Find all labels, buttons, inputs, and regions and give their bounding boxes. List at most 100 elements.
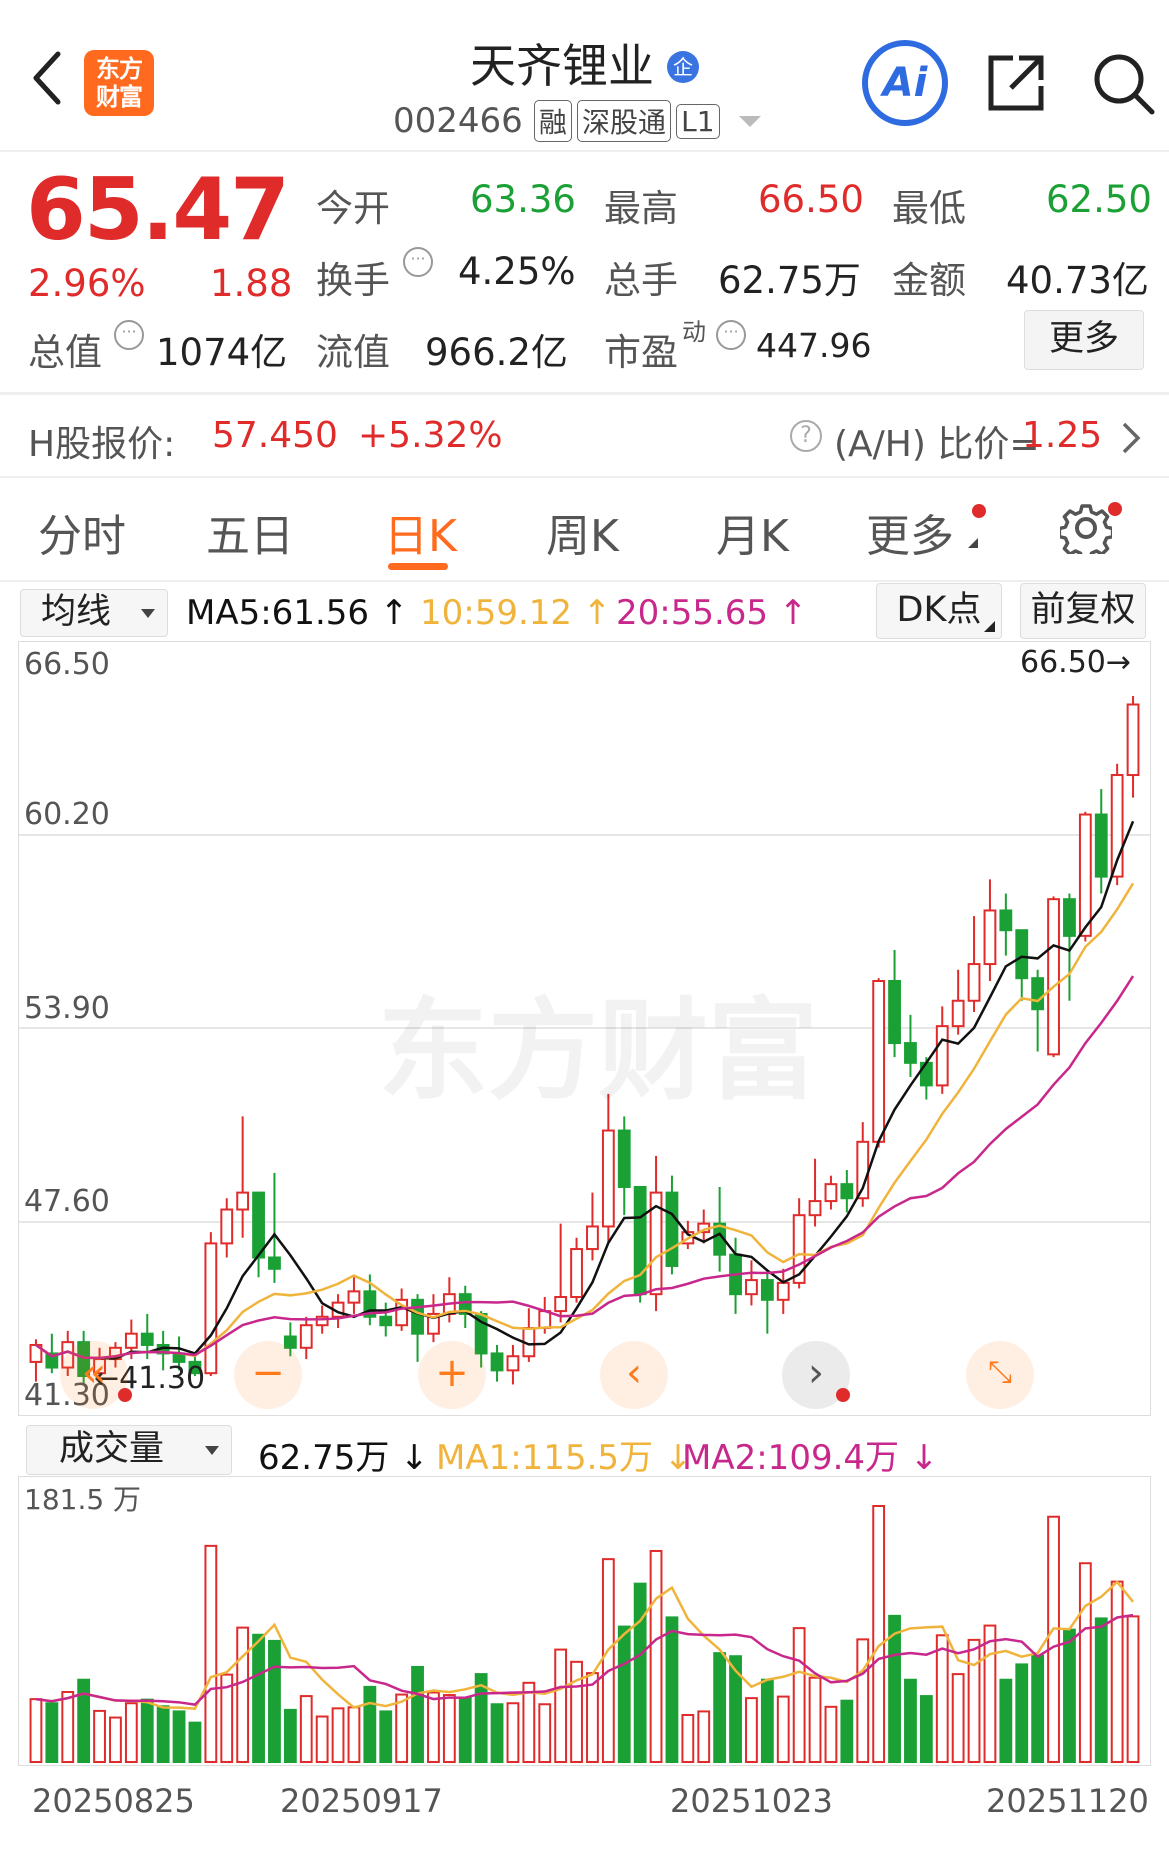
volume-bar-up: [745, 1697, 758, 1764]
volume-y-label: 181.5 万: [24, 1483, 142, 1516]
candle-down: [840, 1183, 854, 1200]
tab-five-day[interactable]: 五日: [206, 500, 294, 564]
tab-daily-k[interactable]: 日K: [384, 500, 457, 564]
candle-down: [252, 1191, 265, 1259]
volume-bar-down: [188, 1721, 202, 1764]
change-pct: 2.96%: [28, 262, 146, 305]
ah-ratio-value: 1.25: [1022, 415, 1103, 456]
volume-bar-down: [363, 1685, 377, 1763]
share-icon[interactable]: [985, 52, 1047, 114]
indicator-select[interactable]: 均线: [20, 589, 168, 637]
info-icon[interactable]: ···: [114, 320, 144, 350]
tag-level: L1: [676, 103, 720, 139]
kline-chart[interactable]: 东方财富 66.50 60.20 53.90 47.60 41.30 66.50…: [18, 641, 1151, 1416]
pe-value: 447.96: [756, 326, 872, 365]
candle-up: [586, 1225, 599, 1251]
corner-triangle-icon: [968, 538, 978, 548]
vol-ma1-value: MA1:115.5万 ↓: [436, 1430, 692, 1479]
x-label: 20251120: [986, 1782, 1149, 1820]
candle-up: [808, 1200, 822, 1217]
dropdown-icon[interactable]: [738, 115, 761, 127]
volume-bar-up: [236, 1626, 250, 1763]
volume-bar-up: [554, 1648, 568, 1763]
notification-dot: [972, 504, 986, 518]
turnover-label: 换手: [316, 259, 390, 302]
volume-bar-up: [506, 1702, 520, 1763]
candle-up: [1078, 813, 1092, 937]
candle-down: [1094, 813, 1108, 878]
more-button[interactable]: 更多: [1024, 310, 1144, 370]
candle-up: [124, 1332, 138, 1349]
tab-monthly-k[interactable]: 月K: [716, 500, 789, 564]
floatcap-label: 流值: [316, 331, 390, 374]
dropdown-icon: [205, 1446, 219, 1455]
stock-name: 天齐锂业: [469, 39, 654, 93]
low-label: 最低: [892, 187, 966, 230]
tab-weekly-k[interactable]: 周K: [546, 500, 619, 564]
chevron-right-icon[interactable]: [1120, 420, 1142, 456]
volume-bar-down: [77, 1678, 91, 1763]
vol-ma2-text: MA2:109.4万: [682, 1438, 900, 1478]
help-icon[interactable]: ?: [790, 420, 822, 452]
candle-up: [220, 1208, 234, 1245]
volume-bar-up: [124, 1702, 138, 1763]
x-label: 20250825: [32, 1782, 195, 1820]
candle-up: [776, 1281, 790, 1301]
x-label: 20251023: [670, 1782, 833, 1820]
app-header: 东方财富 天齐锂业 企 002466 融 深股通 L1 Ai: [0, 0, 1169, 150]
high-value: 66.50: [758, 178, 864, 221]
vol-ma2-value: MA2:109.4万 ↓: [682, 1430, 938, 1479]
dk-point-label: DK点: [896, 590, 982, 630]
notification-dot: [1108, 502, 1122, 516]
volume-bar-up: [1110, 1580, 1124, 1763]
volume-bar-down: [140, 1698, 154, 1763]
amount-label: 金额: [892, 259, 966, 302]
zoom-out-button[interactable]: −: [234, 1341, 302, 1409]
volume-bar-down: [713, 1652, 727, 1764]
candle-down: [760, 1279, 774, 1301]
tab-more[interactable]: 更多: [866, 500, 954, 564]
volume-bar-down: [840, 1699, 854, 1763]
mktcap-label: 总值: [28, 331, 102, 374]
volume-bar-down: [172, 1710, 186, 1764]
volume-bar-up: [347, 1706, 361, 1763]
volume-value: 62.75万 ↓: [258, 1430, 429, 1479]
volume-bar-up: [570, 1660, 583, 1763]
max-marker: 66.50→: [1020, 645, 1131, 680]
corner-triangle-icon: [984, 621, 995, 632]
candle-up: [872, 980, 886, 1143]
volume-chart[interactable]: 181.5 万: [18, 1476, 1151, 1766]
search-icon[interactable]: [1090, 50, 1156, 116]
zoom-in-button[interactable]: +: [418, 1341, 486, 1409]
amount-value: 40.73亿: [1006, 259, 1149, 302]
candle-up: [951, 999, 965, 1028]
scroll-left-button[interactable]: ‹: [600, 1341, 668, 1409]
candle-down: [617, 1129, 631, 1188]
dk-point-button[interactable]: DK点: [876, 583, 1002, 639]
volume-bar-up: [872, 1505, 886, 1763]
stock-code: 002466: [393, 101, 523, 141]
candle-up: [935, 1025, 949, 1087]
ai-button[interactable]: Ai: [862, 40, 948, 126]
settings-icon[interactable]: [1057, 502, 1115, 561]
fullscreen-button[interactable]: ⤡: [966, 1341, 1034, 1409]
volume-bar-down: [1063, 1628, 1076, 1763]
candle-up: [745, 1279, 758, 1296]
volume-bar-down: [919, 1695, 933, 1763]
y-label: 60.20: [24, 797, 110, 832]
volume-label: 总手: [604, 259, 678, 302]
candle-down: [999, 909, 1013, 932]
info-icon[interactable]: ···: [403, 247, 433, 277]
volume-bar-up: [29, 1698, 43, 1764]
change-amt: 1.88: [210, 262, 293, 305]
ma10-value: 10:59.12 ↑: [420, 593, 611, 633]
volume-select-label: 成交量: [59, 1429, 165, 1469]
adjust-button[interactable]: 前复权: [1020, 583, 1146, 639]
info-icon[interactable]: ···: [716, 320, 746, 350]
tab-intraday[interactable]: 分时: [38, 500, 126, 564]
volume-bar-up: [109, 1716, 122, 1763]
volume-indicator-select[interactable]: 成交量: [26, 1425, 232, 1475]
indicator-select-label: 均线: [41, 592, 112, 632]
volume-text: 62.75万: [258, 1438, 390, 1478]
scroll-start-button[interactable]: «: [60, 1341, 128, 1409]
